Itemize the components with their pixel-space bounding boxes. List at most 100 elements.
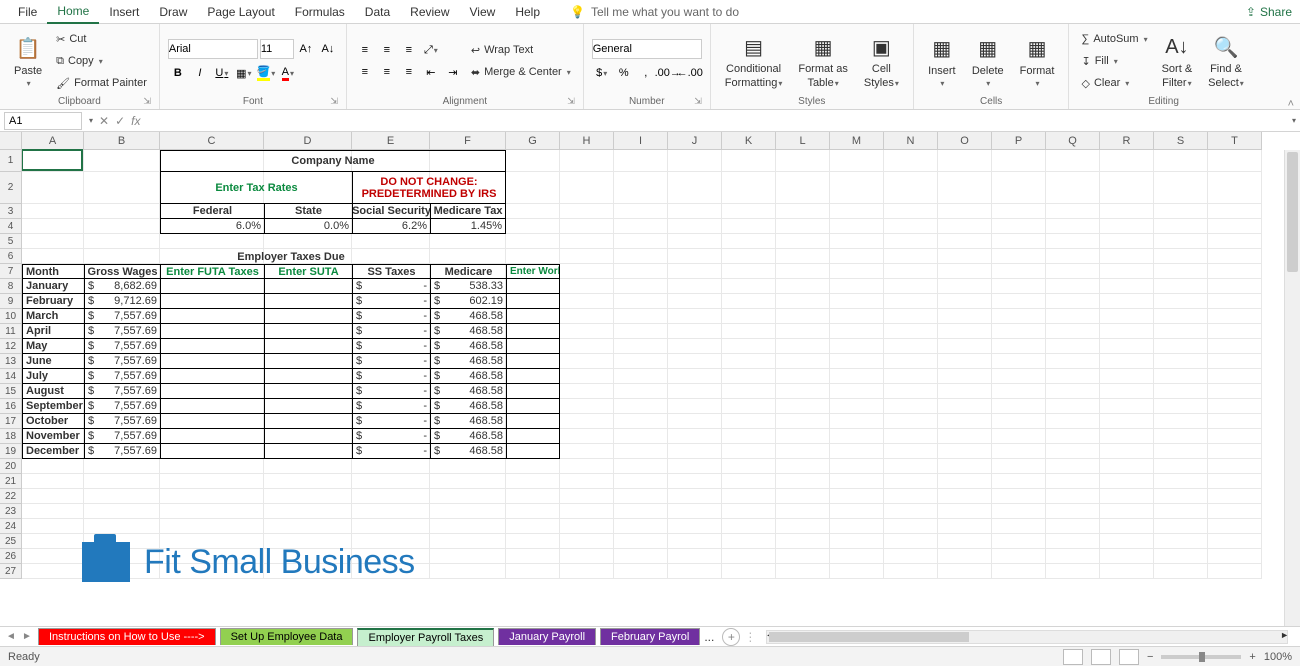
- insert-cells-button[interactable]: ▦Insert▾: [922, 28, 962, 94]
- cell[interactable]: Medicare: [430, 264, 506, 279]
- cell[interactable]: [160, 444, 264, 459]
- col-header-R[interactable]: R: [1100, 132, 1154, 150]
- col-header-L[interactable]: L: [776, 132, 830, 150]
- cell[interactable]: $7,557.69: [84, 444, 160, 459]
- cell[interactable]: SS Taxes: [352, 264, 430, 279]
- cell[interactable]: [264, 324, 352, 339]
- tab-file[interactable]: File: [8, 1, 47, 23]
- row-header-2[interactable]: 2: [0, 172, 22, 204]
- cell[interactable]: June: [22, 354, 84, 369]
- cell[interactable]: $-: [352, 384, 430, 399]
- cell[interactable]: $-: [352, 399, 430, 414]
- cell[interactable]: [264, 429, 352, 444]
- cell[interactable]: $-: [352, 444, 430, 459]
- tab-home[interactable]: Home: [47, 0, 99, 24]
- font-color-button[interactable]: A▾: [278, 63, 298, 83]
- align-right-button[interactable]: ≡: [399, 62, 419, 82]
- borders-button[interactable]: ▦▾: [234, 63, 254, 83]
- accounting-button[interactable]: $▾: [592, 63, 612, 83]
- cell[interactable]: [506, 294, 560, 309]
- cell[interactable]: $7,557.69: [84, 429, 160, 444]
- cell[interactable]: April: [22, 324, 84, 339]
- col-header-B[interactable]: B: [84, 132, 160, 150]
- zoom-out-button[interactable]: −: [1147, 651, 1153, 663]
- font-name-select[interactable]: [168, 39, 258, 59]
- cell[interactable]: Enter Tax Rates: [160, 172, 352, 204]
- fill-button[interactable]: ↧Fill▾: [1077, 51, 1151, 71]
- cell[interactable]: [506, 324, 560, 339]
- row-header-24[interactable]: 24: [0, 519, 22, 534]
- cell[interactable]: Federal: [160, 204, 264, 219]
- cell[interactable]: [264, 339, 352, 354]
- cell[interactable]: $-: [352, 339, 430, 354]
- cell[interactable]: $-: [352, 369, 430, 384]
- cell[interactable]: $-: [352, 294, 430, 309]
- cell[interactable]: $-: [352, 429, 430, 444]
- row-header-16[interactable]: 16: [0, 399, 22, 414]
- row-header-27[interactable]: 27: [0, 564, 22, 579]
- cell[interactable]: Medicare Tax: [430, 204, 506, 219]
- cell[interactable]: $468.58: [430, 384, 506, 399]
- row-header-22[interactable]: 22: [0, 489, 22, 504]
- autosum-button[interactable]: ∑AutoSum▾: [1077, 29, 1151, 49]
- format-as-table-button[interactable]: ▦Format asTable▾: [792, 28, 854, 94]
- comma-button[interactable]: ,: [636, 63, 656, 83]
- cell[interactable]: [264, 369, 352, 384]
- cell[interactable]: State: [264, 204, 352, 219]
- horizontal-scrollbar[interactable]: ◄ ►: [766, 630, 1288, 644]
- cell[interactable]: 1.45%: [430, 219, 506, 234]
- wrap-text-button[interactable]: ↩Wrap Text: [467, 40, 575, 60]
- tab-data[interactable]: Data: [355, 1, 400, 23]
- cell[interactable]: [264, 444, 352, 459]
- cell[interactable]: $7,557.69: [84, 369, 160, 384]
- normal-view-button[interactable]: [1063, 649, 1083, 665]
- decrease-font-button[interactable]: A↓: [318, 39, 338, 59]
- select-all-corner[interactable]: [0, 132, 22, 150]
- row-header-21[interactable]: 21: [0, 474, 22, 489]
- col-header-M[interactable]: M: [830, 132, 884, 150]
- cell[interactable]: $468.58: [430, 429, 506, 444]
- cell[interactable]: [160, 339, 264, 354]
- row-header-13[interactable]: 13: [0, 354, 22, 369]
- cell[interactable]: $-: [352, 279, 430, 294]
- cell[interactable]: $602.19: [430, 294, 506, 309]
- cell[interactable]: [506, 399, 560, 414]
- sheet-nav-next[interactable]: ►: [22, 631, 34, 642]
- cell[interactable]: September: [22, 399, 84, 414]
- row-header-7[interactable]: 7: [0, 264, 22, 279]
- cell[interactable]: [506, 339, 560, 354]
- cell[interactable]: Enter Workers': [506, 264, 560, 279]
- zoom-slider[interactable]: [1161, 655, 1241, 659]
- cell[interactable]: Social Security: [352, 204, 430, 219]
- name-box[interactable]: [4, 112, 82, 130]
- cell[interactable]: $7,557.69: [84, 339, 160, 354]
- cell[interactable]: $-: [352, 414, 430, 429]
- cell[interactable]: January: [22, 279, 84, 294]
- row-header-17[interactable]: 17: [0, 414, 22, 429]
- cell[interactable]: [506, 369, 560, 384]
- cell[interactable]: $7,557.69: [84, 324, 160, 339]
- col-header-O[interactable]: O: [938, 132, 992, 150]
- tab-help[interactable]: Help: [505, 1, 550, 23]
- sheet-nav-prev[interactable]: ◄: [6, 631, 18, 642]
- enter-icon[interactable]: ✓: [115, 114, 125, 128]
- inc-decimal-button[interactable]: .00→: [658, 63, 678, 83]
- cell[interactable]: $468.58: [430, 324, 506, 339]
- col-header-J[interactable]: J: [668, 132, 722, 150]
- cell[interactable]: $8,682.69: [84, 279, 160, 294]
- tab-view[interactable]: View: [460, 1, 506, 23]
- format-painter-button[interactable]: 🖌Format Painter: [52, 73, 151, 93]
- cell[interactable]: [506, 444, 560, 459]
- cell[interactable]: Enter FUTA Taxes: [160, 264, 264, 279]
- cell[interactable]: Month: [22, 264, 84, 279]
- row-header-10[interactable]: 10: [0, 309, 22, 324]
- cell[interactable]: [160, 279, 264, 294]
- cell[interactable]: November: [22, 429, 84, 444]
- new-sheet-button[interactable]: +: [722, 628, 740, 646]
- cell[interactable]: [264, 309, 352, 324]
- cell[interactable]: $468.58: [430, 354, 506, 369]
- cell[interactable]: [506, 354, 560, 369]
- cell[interactable]: [160, 414, 264, 429]
- sheet-tab-employee-data[interactable]: Set Up Employee Data: [220, 628, 354, 645]
- cell[interactable]: [264, 414, 352, 429]
